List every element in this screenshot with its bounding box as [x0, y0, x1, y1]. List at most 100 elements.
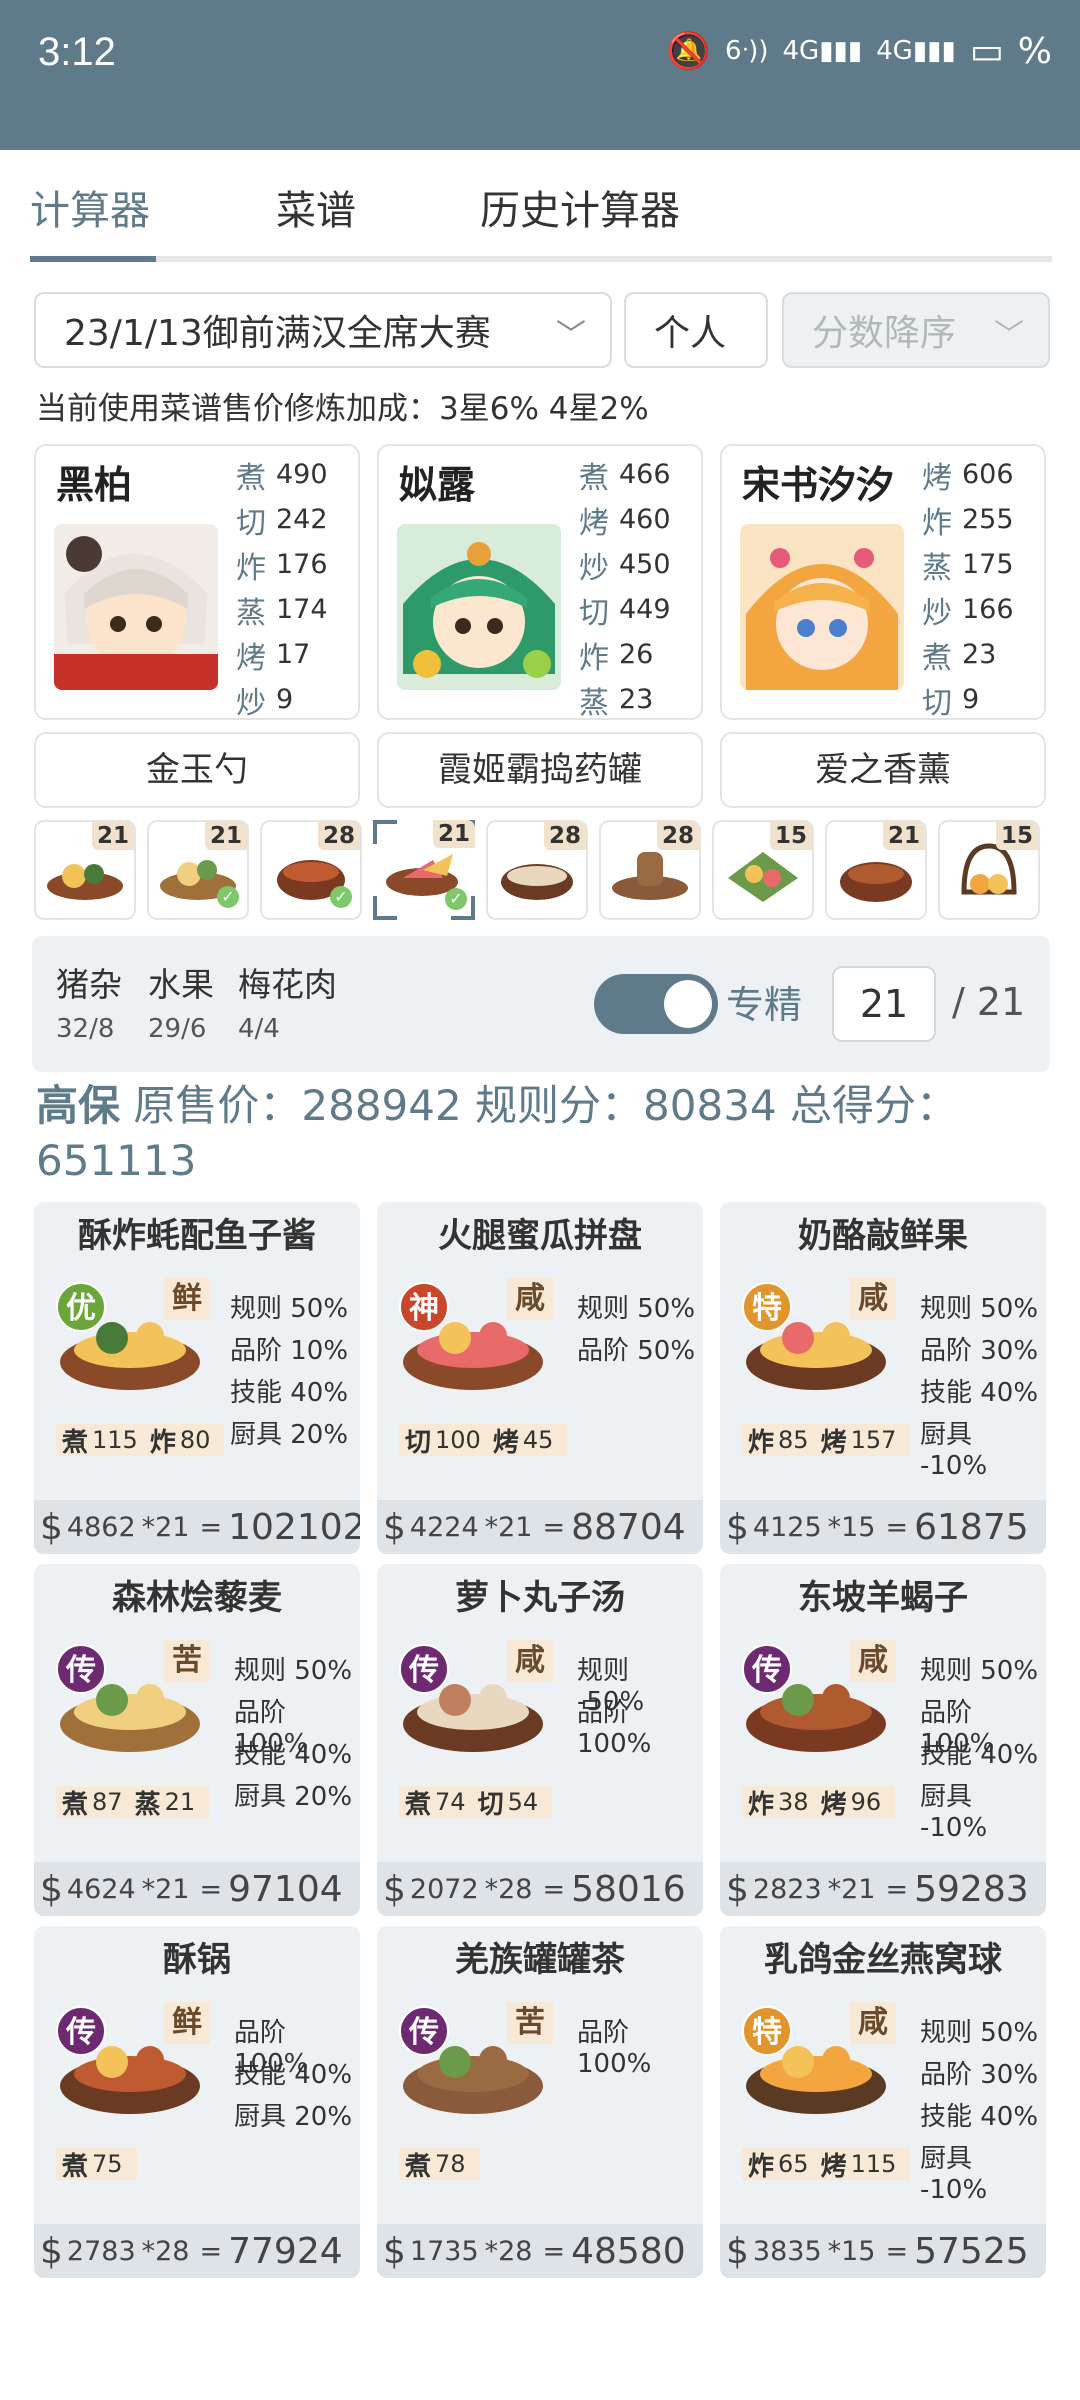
tool-slot[interactable]: 霞姬霸捣药罐 [377, 732, 703, 808]
rarity-badge: 优 [56, 1282, 106, 1332]
dish-count-badge: 15 [770, 822, 812, 850]
flavor-tag: 鲜 [164, 1278, 210, 1320]
multiplier: *21 [484, 1511, 533, 1543]
rule-line: 厨具 20% [234, 1782, 353, 1812]
equals-sign: = [885, 1873, 909, 1905]
skill-requirements: 煮 74 切 54 [399, 1786, 553, 1820]
total-price: 61875 [914, 1506, 1029, 1548]
dish-thumb[interactable]: 28 [486, 820, 588, 920]
recipe-card[interactable]: 火腿蜜瓜拼盘 神 咸 规则 50% 品阶 50% 切 100 烤 45 $ 4224 *… [377, 1202, 703, 1554]
dish-thumb[interactable]: 28 ✓ [260, 820, 362, 920]
stat-key: 蒸 [579, 685, 609, 721]
sort-select[interactable]: 分数降序 ﹀ [782, 292, 1050, 368]
recipe-card[interactable]: 奶酪敲鲜果 特 咸 规则 50% 品阶 30% 技能 40% 厨具 -10% 炸 85 烤… [720, 1202, 1046, 1554]
dish-thumb[interactable]: 21 ✓ [147, 820, 249, 920]
rule-line: 技能 40% [234, 1740, 353, 1770]
skill-value: 75 [92, 2150, 123, 2178]
recipe-title: 萝卜丸子汤 [455, 1578, 625, 1618]
rule-line: 规则 50% [230, 1294, 349, 1324]
price-row: $ 4125 *15 = 61875 [720, 1500, 1046, 1554]
stat-key: 炒 [922, 595, 952, 631]
rarity-badge: 传 [56, 2006, 106, 2056]
stat-value: 9 [276, 684, 294, 715]
skill-key: 蒸 [134, 1789, 161, 1820]
skill-key: 煮 [405, 2151, 432, 2182]
skill-value: 80 [179, 1426, 211, 1454]
equals-sign: = [885, 1511, 909, 1543]
unit-price: 3835 [752, 2235, 822, 2267]
multiplier: *28 [484, 1873, 533, 1905]
skill-value: 85 [778, 1426, 809, 1454]
skill-key: 煮 [62, 2151, 89, 2182]
contest-select[interactable]: 23/1/13御前满汉全席大赛 ﹀ [34, 292, 612, 368]
specialize-toggle[interactable] [594, 974, 718, 1034]
rule-line: 厨具 -10% [920, 1420, 988, 1481]
rule-list: 规则 50% 品阶 100% 技能 40% 厨具 -10% [920, 1650, 1046, 1843]
stat-key: 烤 [922, 460, 952, 496]
dish-thumb[interactable]: 28 [599, 820, 701, 920]
skill-key: 煮 [62, 1789, 89, 1820]
dish-thumb[interactable]: 21 [825, 820, 927, 920]
skill-value: 38 [778, 1788, 809, 1816]
quantity-input[interactable]: 21 [832, 966, 936, 1042]
battery-percent: % [1017, 30, 1052, 72]
dish-thumb-selected[interactable]: 21 ✓ [373, 820, 475, 920]
unit-price: 4624 [66, 1873, 136, 1905]
recipe-title: 火腿蜜瓜拼盘 [438, 1216, 642, 1256]
recipe-card[interactable]: 萝卜丸子汤 传 咸 规则 -50% 品阶 100% 煮 74 切 54 $ 2072 *… [377, 1564, 703, 1916]
stat-key: 炒 [236, 685, 266, 721]
ingredient-name: 水果 [148, 965, 214, 1004]
stat-key: 烤 [579, 505, 609, 541]
mode-select[interactable]: 个人 [624, 292, 768, 368]
price-row: $ 2783 *28 = 77924 [34, 2224, 360, 2278]
stat-value: 166 [962, 594, 1014, 625]
recipe-card[interactable]: 森林烩藜麦 传 苦 规则 50% 品阶 100% 技能 40% 厨具 20% 煮 87 蒸… [34, 1564, 360, 1916]
ingredient-value: 32/8 [56, 1014, 115, 1044]
dish-thumb[interactable]: 21 [34, 820, 136, 920]
skill-key: 煮 [405, 1789, 432, 1820]
chef-card[interactable]: 宋书汐汐 烤 606 炸 255 蒸 175 炒 166 煮 23 切9 [720, 444, 1046, 721]
skill-key: 烤 [820, 2151, 847, 2182]
flavor-tag: 咸 [850, 1640, 896, 1682]
stat-value: 175 [962, 549, 1014, 580]
stat-value: 490 [276, 459, 328, 490]
skill-requirements: 煮 75 [56, 2148, 137, 2182]
dish-thumb[interactable]: 15 [712, 820, 814, 920]
ingredient-value: 4/4 [238, 1014, 280, 1044]
recipe-card[interactable]: 羌族罐罐茶 传 苦 品阶 100% 煮 78 $ 1735 *28 = 48580 [377, 1926, 703, 2278]
chef-card[interactable]: 黑柏 煮 490 切 242 炸 176 蒸 174 烤 17 炒9 [34, 444, 360, 721]
dish-thumb[interactable]: 15 [938, 820, 1040, 920]
skill-key: 烤 [820, 1789, 847, 1820]
ingredient-item: 梅花肉 4/4 [238, 958, 337, 1044]
recipe-card[interactable]: 酥炸蚝配鱼子酱 优 鲜 规则 50% 品阶 10% 技能 40% 厨具 20% 煮 11… [34, 1202, 360, 1554]
unit-price: 4862 [66, 1511, 136, 1543]
chef-avatar [740, 524, 904, 690]
rule-line: 规则 50% [577, 1294, 696, 1324]
bonus-note: 当前使用菜谱售价修炼加成：3星6% 4星2% [36, 391, 649, 427]
flavor-tag: 咸 [507, 1278, 553, 1320]
tool-slot[interactable]: 金玉勺 [34, 732, 360, 808]
dollar-icon: $ [726, 1506, 749, 1548]
status-icons: 🔕 6ᐧ)) 4G▮▮▮ 4G▮▮▮ ▭ % [666, 30, 1052, 73]
recipe-card[interactable]: 乳鸽金丝燕窝球 特 咸 规则 50% 品阶 30% 技能 40% 厨具 -10% 炸6… [720, 1926, 1046, 2278]
flavor-tag: 咸 [507, 1640, 553, 1682]
rarity-badge: 传 [399, 2006, 449, 2056]
stat-value: 176 [276, 549, 328, 580]
dollar-icon: $ [40, 1506, 63, 1548]
stat-value: 9 [962, 684, 980, 715]
recipe-card[interactable]: 酥锅 传 鲜 品阶 100% 技能 40% 厨具 20% 煮 75 $ 2783 *2… [34, 1926, 360, 2278]
equals-sign: = [542, 2235, 566, 2267]
tab-history[interactable]: 历史计算器 [480, 178, 680, 236]
tab-calculator[interactable]: 计算器 [30, 178, 150, 236]
rule-line: 品阶 100% [234, 1698, 309, 1759]
stat-key: 蒸 [922, 550, 952, 586]
tab-recipes[interactable]: 菜谱 [276, 178, 356, 236]
skill-value: 157 [850, 1426, 897, 1454]
recipe-card[interactable]: 东坡羊蝎子 传 咸 规则 50% 品阶 100% 技能 40% 厨具 -10% 炸 38… [720, 1564, 1046, 1916]
chevron-down-icon: ﹀ [556, 318, 586, 353]
stat-value: 450 [619, 549, 671, 580]
tool-slot[interactable]: 爱之香薰 [720, 732, 1046, 808]
stat-key: 蒸 [236, 595, 266, 631]
ingredient-name: 梅花肉 [238, 965, 337, 1004]
chef-card[interactable]: 姒露 煮 466 烤 460 炒 450 切 449 炸 26 蒸 23 [377, 444, 703, 721]
